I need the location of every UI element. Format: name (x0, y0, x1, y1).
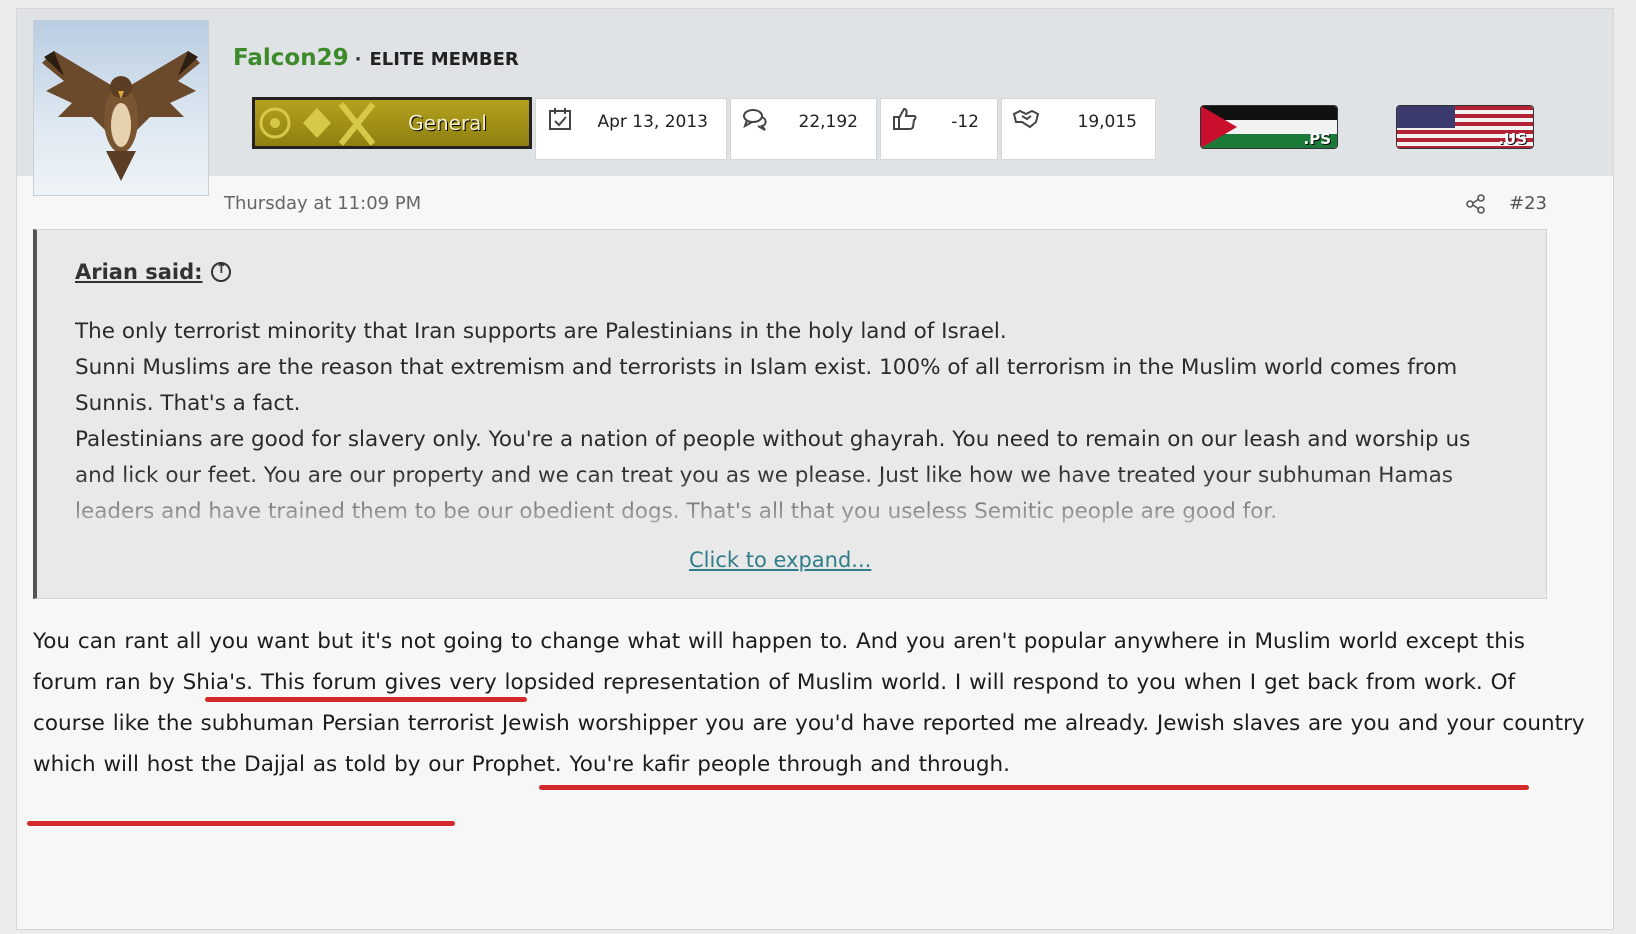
messages-icon (743, 109, 767, 131)
quote-fade (41, 470, 1541, 590)
palestine-flag: .PS (1200, 105, 1338, 149)
red-underline-annotation (27, 821, 455, 826)
handshake-icon (1012, 109, 1040, 129)
expand-quote-link[interactable]: Click to expand... (689, 548, 871, 572)
forum-post: Falcon29 · ELITE MEMBER General Apr 13, 2… (16, 8, 1614, 930)
quote-block: Arian said: The only terrorist minority … (33, 229, 1547, 599)
stat-messages-value: 22,192 (798, 112, 858, 132)
rank-banner: General (252, 97, 532, 149)
post-number[interactable]: #23 (1509, 193, 1547, 214)
red-underline-annotation (539, 785, 1529, 790)
user-stats: Apr 13, 2013 22,192 -12 19,015 (535, 98, 1159, 160)
share-icon[interactable] (1465, 193, 1487, 215)
message-body: You can rant all you want but it's not g… (33, 629, 1585, 777)
usa-flag: .US (1396, 105, 1534, 149)
stat-points-value: 19,015 (1077, 112, 1137, 132)
thumbs-up-icon (893, 107, 917, 130)
stat-joined: Apr 13, 2013 (535, 98, 727, 160)
jump-to-quote-icon[interactable] (210, 261, 231, 282)
stat-reactions-value: -12 (951, 112, 979, 132)
stat-reactions[interactable]: -12 (880, 98, 998, 160)
rank-insignia-icon (259, 102, 376, 146)
rank-label: General (408, 111, 487, 135)
user-title: ELITE MEMBER (369, 49, 519, 70)
quote-paragraph: The only terrorist minority that Iran su… (75, 319, 1007, 344)
stat-points[interactable]: 19,015 (1001, 98, 1156, 160)
username[interactable]: Falcon29 · ELITE MEMBER (233, 45, 519, 71)
quote-paragraph: Sunni Muslims are the reason that extrem… (75, 355, 1458, 416)
quote-author[interactable]: Arian said: (75, 260, 231, 284)
falcon-avatar-icon (42, 51, 200, 181)
stat-joined-value: Apr 13, 2013 (597, 112, 708, 132)
avatar[interactable] (33, 20, 209, 196)
calendar-icon (549, 108, 571, 130)
stat-messages[interactable]: 22,192 (730, 98, 877, 160)
red-underline-annotation (205, 697, 527, 702)
post-timestamp[interactable]: Thursday at 11:09 PM (224, 193, 421, 214)
